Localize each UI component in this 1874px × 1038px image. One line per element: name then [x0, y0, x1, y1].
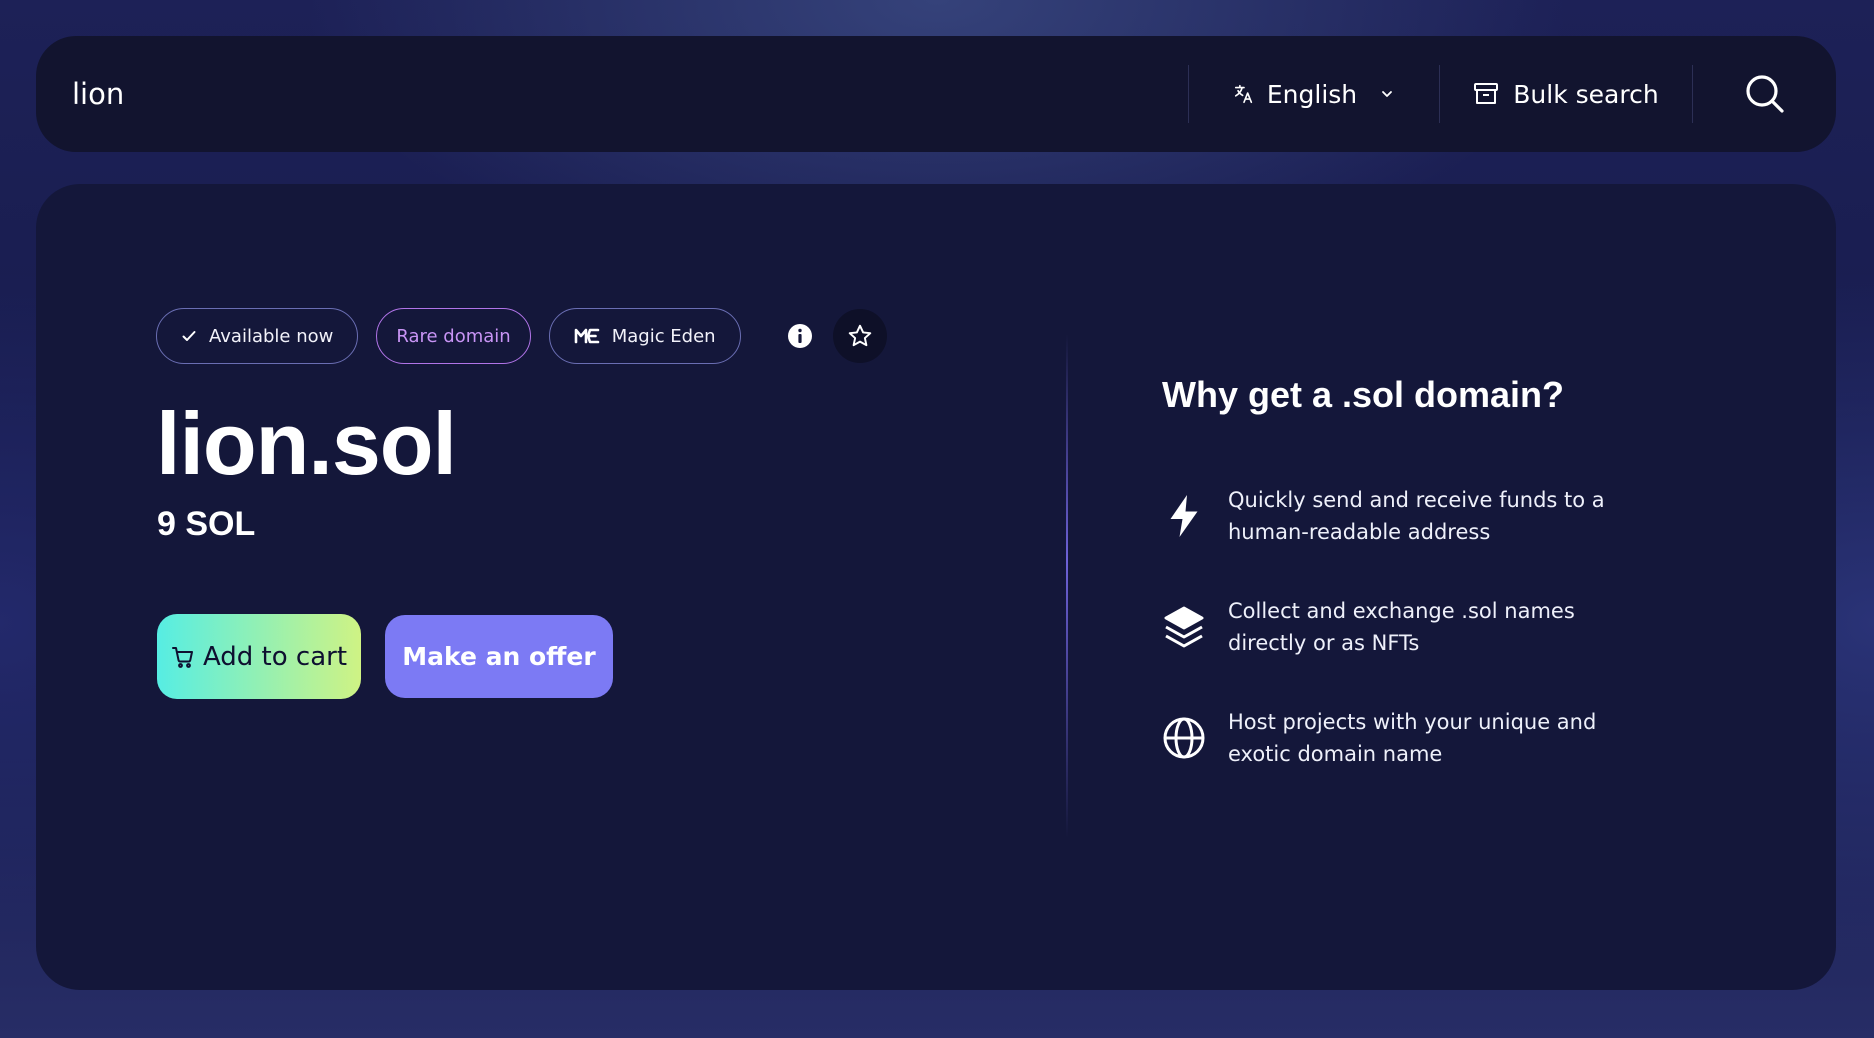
cart-icon [171, 646, 193, 668]
globe-icon [1162, 716, 1206, 760]
star-icon [848, 324, 871, 347]
available-label: Available now [209, 325, 334, 347]
info-icon [787, 324, 812, 348]
rare-label: Rare domain [396, 325, 511, 347]
favorite-button[interactable] [832, 309, 887, 363]
feature-text: Host projects with your unique and exoti… [1228, 710, 1597, 766]
add-to-cart-button[interactable]: Add to cart [157, 614, 361, 699]
make-offer-button[interactable]: Make an offer [385, 615, 613, 698]
search-icon [1745, 75, 1784, 113]
language-selector[interactable]: English [1189, 36, 1439, 152]
badge-row: Available now Rare domain Magic Eden [156, 308, 887, 364]
check-icon [182, 331, 196, 341]
magic-eden-logo-icon [574, 328, 600, 344]
available-badge: Available now [156, 308, 359, 364]
magic-eden-badge[interactable]: Magic Eden [548, 308, 741, 364]
translate-icon [1234, 84, 1253, 104]
lightning-icon [1162, 494, 1206, 538]
domain-card: Available now Rare domain Magic Eden lio… [36, 184, 1836, 990]
rare-domain-badge: Rare domain [376, 308, 531, 364]
bulk-search-button[interactable]: Bulk search [1440, 36, 1692, 152]
section-divider [1066, 334, 1068, 838]
archive-icon [1474, 83, 1499, 104]
feature-item: Quickly send and receive funds to a huma… [1162, 484, 1648, 548]
bulk-search-label: Bulk search [1513, 79, 1659, 109]
add-to-cart-label: Add to cart [202, 641, 348, 672]
layers-icon [1162, 605, 1206, 649]
why-title: Why get a .sol domain? [1162, 374, 1565, 415]
chevron-down-icon [1382, 91, 1393, 97]
search-button[interactable] [1693, 36, 1836, 152]
feature-text: Collect and exchange .sol names directly… [1228, 599, 1575, 655]
search-input[interactable] [36, 36, 1188, 152]
domain-price: 9 SOL [157, 505, 256, 543]
info-button[interactable] [773, 309, 827, 363]
feature-text: Quickly send and receive funds to a huma… [1228, 488, 1605, 544]
language-label: English [1266, 79, 1358, 109]
domain-name: lion.sol [156, 394, 457, 493]
feature-item: Host projects with your unique and exoti… [1162, 706, 1648, 770]
top-bar: English Bulk search [36, 36, 1836, 152]
feature-item: Collect and exchange .sol names directly… [1162, 595, 1648, 659]
magic-eden-label: Magic Eden [611, 325, 716, 347]
